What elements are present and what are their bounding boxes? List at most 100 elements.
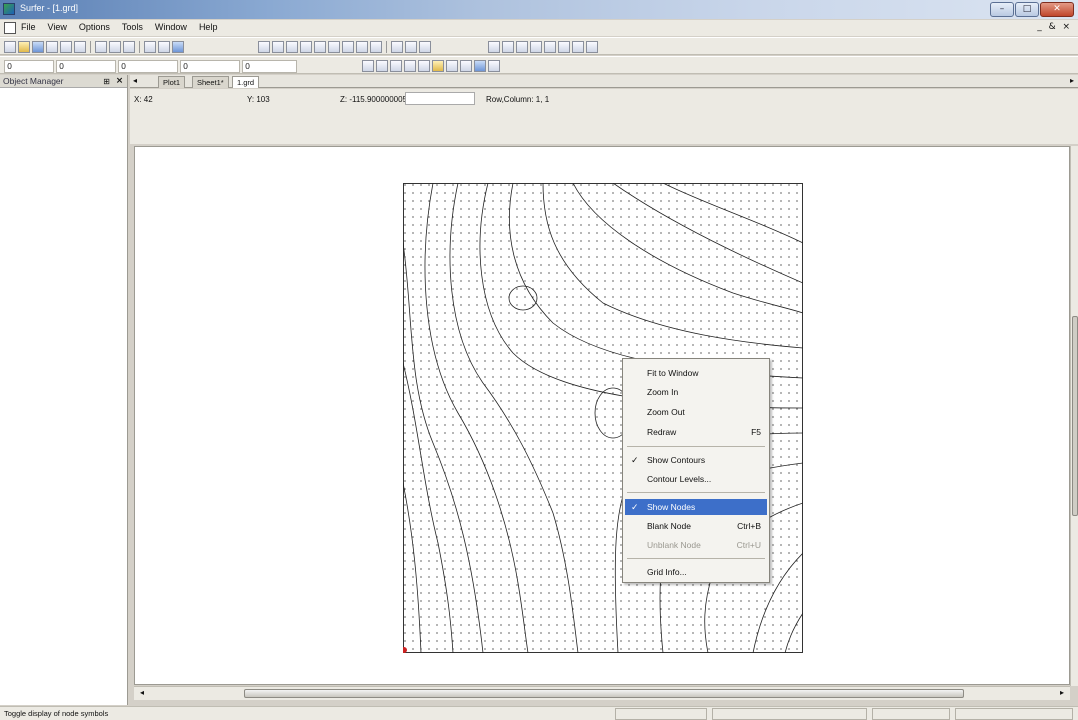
width-spin-field[interactable]: 0 (118, 59, 178, 73)
mdi-controls[interactable]: _ & × (1037, 22, 1072, 32)
horizontal-scrollbar[interactable]: ◂ ▸ (134, 686, 1070, 700)
menu-item-fit-to-window[interactable]: Fit to Window (625, 365, 767, 381)
horizontal-scroll-thumb[interactable] (244, 689, 964, 698)
menu-view[interactable]: View (47, 22, 68, 32)
new-base-map-icon[interactable] (376, 60, 388, 72)
save-icon[interactable] (32, 41, 44, 53)
new-icon[interactable] (4, 41, 16, 53)
print-icon[interactable] (46, 41, 58, 53)
menu-options[interactable]: Options (78, 22, 111, 32)
grid-node (564, 264, 566, 266)
menu-item-contour-levels[interactable]: Contour Levels... (625, 471, 767, 487)
tab-grid[interactable]: 1.grd (232, 76, 260, 88)
grid-node (604, 360, 606, 362)
grid-node (404, 584, 406, 586)
grid-node (476, 648, 478, 650)
maximize-button[interactable]: □ (1015, 2, 1039, 17)
menu-file[interactable]: File (20, 22, 37, 32)
zoom-selected-icon[interactable] (342, 41, 354, 53)
menu-item-show-nodes[interactable]: ✓ Show Nodes (625, 499, 767, 515)
new-image-map-icon[interactable] (404, 60, 416, 72)
grid-node (692, 312, 694, 314)
new-wireframe-icon[interactable] (446, 60, 458, 72)
new-surface-icon[interactable] (460, 60, 472, 72)
grid-node (772, 632, 774, 634)
actual-size-icon[interactable] (370, 41, 382, 53)
grid-node (628, 608, 630, 610)
menu-item-redraw[interactable]: Redraw F5 (625, 424, 767, 440)
grid-node (500, 400, 502, 402)
menu-item-blank-node[interactable]: Blank Node Ctrl+B (625, 518, 767, 534)
draw-dropdown-icon[interactable] (586, 41, 598, 53)
new-shaded-relief-icon[interactable] (418, 60, 430, 72)
vertical-scrollbar[interactable] (1070, 146, 1078, 686)
map-dropdown-icon[interactable] (488, 60, 500, 72)
rectangle-icon[interactable] (544, 41, 556, 53)
x-spin-field[interactable]: 0 (4, 59, 54, 73)
menu-item-show-contours[interactable]: ✓ Show Contours (625, 452, 767, 468)
surfer-app-icon[interactable] (3, 3, 15, 15)
arrange-icon[interactable] (419, 41, 431, 53)
zoom-in-icon[interactable] (300, 41, 312, 53)
scroll-right-icon[interactable]: ▸ (1060, 688, 1064, 697)
redo-icon[interactable] (158, 41, 170, 53)
document-icon[interactable] (4, 22, 16, 34)
zoom-page-icon[interactable] (328, 41, 340, 53)
menu-item-zoom-in[interactable]: Zoom In (625, 384, 767, 400)
redraw-icon[interactable] (405, 41, 417, 53)
tab-plot1[interactable]: Plot1 (158, 76, 186, 88)
ellipse-icon[interactable] (572, 41, 584, 53)
grid-node (564, 480, 566, 482)
z-value-field[interactable] (405, 92, 475, 105)
new-post-map-icon[interactable] (390, 60, 402, 72)
grid-node (740, 592, 742, 594)
grid-node (636, 616, 638, 618)
grid-node (540, 328, 542, 330)
grid-node (692, 624, 694, 626)
zoom-out-icon[interactable] (314, 41, 326, 53)
vertical-scroll-thumb[interactable] (1072, 316, 1078, 516)
contour-line (403, 482, 422, 653)
close-button[interactable]: ✕ (1040, 2, 1074, 17)
pin-icon[interactable]: ⊞ (102, 77, 111, 86)
new-vector-map-icon[interactable] (432, 60, 444, 72)
grid-node (596, 520, 598, 522)
scroll-left-icon[interactable]: ◂ (140, 688, 144, 697)
grid-node (780, 312, 782, 314)
rounded-rectangle-icon[interactable] (558, 41, 570, 53)
print-preview-icon[interactable] (60, 41, 72, 53)
tab-scroll-left-icon[interactable]: ◂ (133, 76, 137, 85)
rotate-icon[interactable] (391, 41, 403, 53)
text-icon[interactable] (488, 41, 500, 53)
paste-icon[interactable] (123, 41, 135, 53)
select-icon[interactable] (258, 41, 270, 53)
close-icon[interactable]: × (115, 77, 124, 86)
symbol-icon[interactable] (530, 41, 542, 53)
new-3d-surface-icon[interactable] (474, 60, 486, 72)
menu-tools[interactable]: Tools (121, 22, 144, 32)
grid-node (524, 368, 526, 370)
export-icon[interactable] (74, 41, 86, 53)
menu-item-zoom-out[interactable]: Zoom Out (625, 404, 767, 420)
polygon-icon[interactable] (502, 41, 514, 53)
pan-icon[interactable] (272, 41, 284, 53)
cut-icon[interactable] (95, 41, 107, 53)
fit-window-icon[interactable] (356, 41, 368, 53)
tab-sheet1[interactable]: Sheet1* (192, 76, 229, 88)
y-spin-field[interactable]: 0 (56, 59, 116, 73)
menu-help[interactable]: Help (198, 22, 219, 32)
undo-icon[interactable] (144, 41, 156, 53)
menu-item-grid-info[interactable]: Grid Info... (625, 564, 767, 580)
copy-icon[interactable] (109, 41, 121, 53)
minimize-button[interactable]: – (990, 2, 1014, 17)
menu-window[interactable]: Window (154, 22, 188, 32)
new-contour-map-icon[interactable] (362, 60, 374, 72)
help-pointer-icon[interactable] (172, 41, 184, 53)
height-spin-field[interactable]: 0 (180, 59, 240, 73)
angle-spin-field[interactable]: 0 (242, 59, 297, 73)
polyline-icon[interactable] (516, 41, 528, 53)
tab-scroll-right-icon[interactable]: ▸ (1070, 76, 1074, 85)
zoom-rectangle-icon[interactable] (286, 41, 298, 53)
open-icon[interactable] (18, 41, 30, 53)
grid-node (500, 440, 502, 442)
